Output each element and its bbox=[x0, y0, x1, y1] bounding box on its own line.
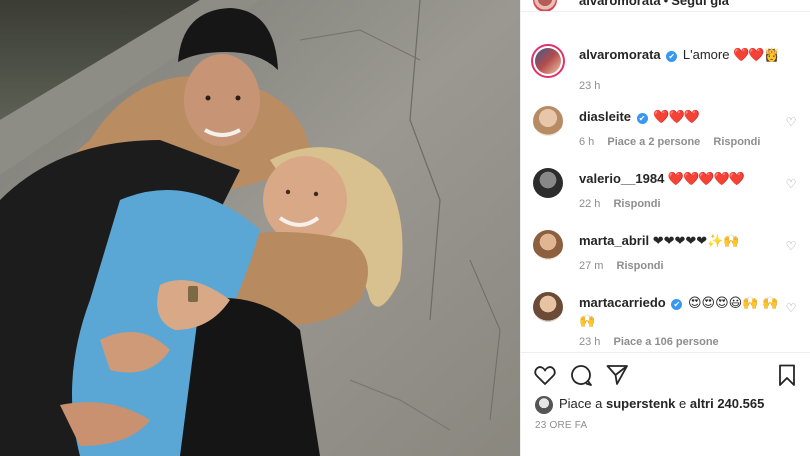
comment-item: marta_abril ❤❤❤❤❤✨🙌 27 m Rispondi ♡ bbox=[533, 230, 803, 280]
comment-text: ❤️❤️❤️❤️❤️ bbox=[667, 171, 745, 186]
comment-time[interactable]: 27 m bbox=[579, 260, 603, 272]
comments-list[interactable]: alvaromorata ✔ L'amore ❤️❤️👸 23 h diasle… bbox=[521, 40, 810, 352]
commenter-avatar[interactable] bbox=[533, 106, 563, 136]
comment-text-line: diasleite ✔ ❤️❤️❤️ bbox=[579, 108, 779, 126]
comment-item: diasleite ✔ ❤️❤️❤️ 6 h Piace a 2 persone… bbox=[533, 106, 803, 156]
comment-meta: 27 m Rispondi bbox=[579, 260, 664, 272]
reply-button[interactable]: Rispondi bbox=[613, 198, 660, 210]
like-comment-icon[interactable]: ♡ bbox=[785, 178, 797, 190]
caption-text: L'amore bbox=[682, 47, 730, 62]
post-photo[interactable] bbox=[0, 0, 520, 456]
likes-prefix: Piace a bbox=[559, 396, 603, 411]
verified-badge-icon: ✔ bbox=[636, 113, 648, 124]
commenter-avatar[interactable] bbox=[533, 292, 563, 322]
comment-time[interactable]: 6 h bbox=[579, 136, 594, 148]
comment-username[interactable]: marta_abril bbox=[579, 233, 649, 248]
caption-meta: 23 h bbox=[579, 80, 610, 92]
liker-avatar[interactable] bbox=[535, 395, 553, 414]
likes-summary[interactable]: Piace a superstenk e altri 240.565 bbox=[535, 395, 764, 414]
photo-illustration bbox=[0, 0, 520, 456]
commenter-avatar[interactable] bbox=[533, 230, 563, 260]
reply-button[interactable]: Rispondi bbox=[617, 260, 664, 272]
instagram-post: alvaromorata • Segui già alvaromorata ✔ L'… bbox=[0, 0, 810, 456]
avatar-image bbox=[535, 48, 561, 74]
reply-button[interactable]: Rispondi bbox=[713, 136, 760, 148]
comment-likes[interactable]: Piace a 2 persone bbox=[607, 136, 700, 148]
comment-meta: 23 h Piace a 106 persone bbox=[579, 336, 719, 348]
caption-time[interactable]: 23 h bbox=[579, 80, 600, 92]
like-comment-icon[interactable]: ♡ bbox=[785, 240, 797, 252]
comment-username[interactable]: martacarriedo bbox=[579, 295, 666, 310]
comment-icon[interactable] bbox=[569, 363, 593, 387]
caption-avatar[interactable] bbox=[531, 44, 565, 78]
header-separator: • bbox=[663, 0, 669, 8]
comment-text-line: martacarriedo ✔ 😍😍😍😃🙌 🙌🙌 bbox=[579, 294, 779, 330]
heart-icon[interactable] bbox=[533, 363, 557, 387]
comment-time[interactable]: 22 h bbox=[579, 198, 600, 210]
comment-meta: 22 h Rispondi bbox=[579, 198, 661, 210]
verified-badge-icon: ✔ bbox=[666, 51, 678, 62]
comment-text-line: marta_abril ❤❤❤❤❤✨🙌 bbox=[579, 232, 779, 250]
comment-username[interactable]: diasleite bbox=[579, 109, 631, 124]
follow-status[interactable]: Segui già bbox=[671, 0, 729, 8]
comment-likes[interactable]: Piace a 106 persone bbox=[613, 336, 718, 348]
liker-username[interactable]: superstenk bbox=[606, 396, 675, 411]
bookmark-icon[interactable] bbox=[775, 363, 799, 387]
comment-item: valerio__1984 ❤️❤️❤️❤️❤️ 22 h Rispondi ♡ bbox=[533, 168, 803, 218]
action-bar bbox=[533, 363, 799, 387]
caption-emoji: ❤️❤️👸 bbox=[733, 47, 780, 62]
like-comment-icon[interactable]: ♡ bbox=[785, 116, 797, 128]
post-actions-section: Piace a superstenk e altri 240.565 23 OR… bbox=[521, 352, 810, 456]
post-date[interactable]: 23 ORE FA bbox=[535, 420, 587, 431]
likes-connector: e bbox=[679, 396, 687, 411]
comment-item: martacarriedo ✔ 😍😍😍😃🙌 🙌🙌 23 h Piace a 10… bbox=[533, 292, 803, 352]
header-text: alvaromorata • Segui già bbox=[579, 0, 729, 8]
comment-text-line: valerio__1984 ❤️❤️❤️❤️❤️ bbox=[579, 170, 779, 188]
comment-meta: 6 h Piace a 2 persone Rispondi bbox=[579, 136, 760, 148]
comment-text: ❤❤❤❤❤✨🙌 bbox=[652, 233, 740, 248]
like-comment-icon[interactable]: ♡ bbox=[785, 302, 797, 314]
share-icon[interactable] bbox=[605, 363, 629, 387]
commenter-avatar[interactable] bbox=[533, 168, 563, 198]
post-sidebar: alvaromorata • Segui già alvaromorata ✔ L'… bbox=[520, 0, 810, 456]
caption-text-line: alvaromorata ✔ L'amore ❤️❤️👸 bbox=[579, 46, 780, 64]
caption: alvaromorata ✔ L'amore ❤️❤️👸 23 h bbox=[531, 44, 803, 94]
comment-text: ❤️❤️❤️ bbox=[653, 109, 700, 124]
author-avatar[interactable] bbox=[533, 0, 557, 11]
likes-count[interactable]: altri 240.565 bbox=[690, 396, 764, 411]
verified-badge-icon: ✔ bbox=[671, 299, 683, 310]
author-username[interactable]: alvaromorata bbox=[579, 0, 661, 8]
comment-time[interactable]: 23 h bbox=[579, 336, 600, 348]
caption-username[interactable]: alvaromorata bbox=[579, 47, 661, 62]
post-header: alvaromorata • Segui già bbox=[521, 0, 810, 12]
comment-username[interactable]: valerio__1984 bbox=[579, 171, 664, 186]
